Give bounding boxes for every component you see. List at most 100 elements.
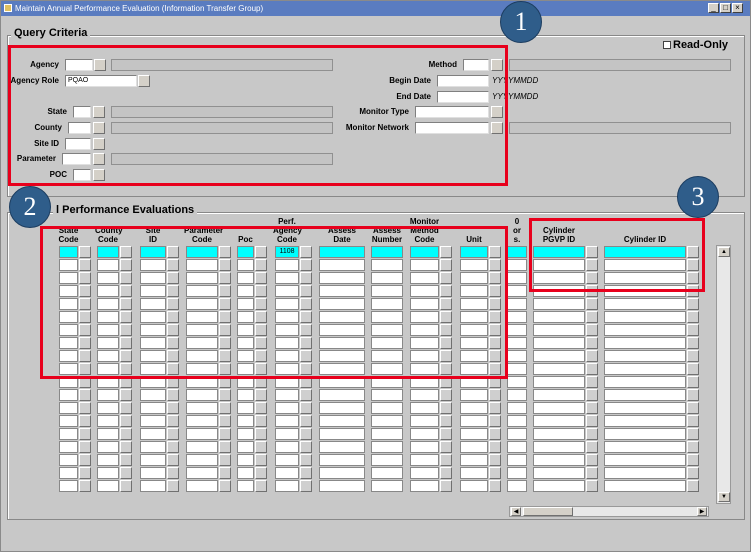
grid-cell-perf-agency-code[interactable] bbox=[275, 402, 299, 414]
grid-lov-button-perf-agency-code[interactable] bbox=[300, 415, 312, 427]
grid-cell-monitor-method-code[interactable] bbox=[410, 454, 439, 466]
read-only-checkbox[interactable] bbox=[663, 41, 671, 49]
grid-cell-cylinder-pgvp-id[interactable] bbox=[533, 415, 585, 427]
grid-cell-cylinder-id[interactable] bbox=[604, 454, 686, 466]
grid-lov-button-monitor-method-code[interactable] bbox=[440, 415, 452, 427]
grid-cell-monitor-method-code[interactable] bbox=[410, 415, 439, 427]
scroll-thumb[interactable] bbox=[523, 507, 573, 516]
grid-cell-county-code[interactable] bbox=[97, 402, 119, 414]
horizontal-scrollbar[interactable]: ◀ ▶ bbox=[509, 506, 709, 517]
grid-lov-button-perf-agency-code[interactable] bbox=[300, 428, 312, 440]
grid-lov-button-monitor-method-code[interactable] bbox=[440, 389, 452, 401]
grid-cell-cylinder-pgvp-id[interactable] bbox=[533, 402, 585, 414]
scroll-up-arrow-icon[interactable]: ▲ bbox=[718, 247, 730, 257]
grid-cell-perf-agency-code[interactable] bbox=[275, 389, 299, 401]
grid-cell-cylinder-id[interactable] bbox=[604, 441, 686, 453]
grid-cell-or-s[interactable] bbox=[507, 376, 527, 388]
grid-lov-button-parameter-code[interactable] bbox=[219, 467, 231, 479]
minimize-button[interactable]: _ bbox=[708, 3, 719, 13]
grid-cell-or-s[interactable] bbox=[507, 441, 527, 453]
grid-cell-unit[interactable] bbox=[460, 402, 488, 414]
grid-lov-button-poc[interactable] bbox=[255, 454, 267, 466]
grid-cell-or-s[interactable] bbox=[507, 402, 527, 414]
grid-lov-button-parameter-code[interactable] bbox=[219, 480, 231, 492]
grid-lov-button-cylinder-pgvp-id[interactable] bbox=[586, 428, 598, 440]
grid-cell-state-code[interactable] bbox=[59, 467, 78, 479]
grid-cell-poc[interactable] bbox=[237, 415, 254, 427]
grid-lov-button-monitor-method-code[interactable] bbox=[440, 402, 452, 414]
grid-cell-parameter-code[interactable] bbox=[186, 402, 218, 414]
grid-cell-or-s[interactable] bbox=[507, 363, 527, 375]
grid-cell-perf-agency-code[interactable] bbox=[275, 480, 299, 492]
grid-lov-button-poc[interactable] bbox=[255, 441, 267, 453]
grid-lov-button-county-code[interactable] bbox=[120, 415, 132, 427]
grid-lov-button-perf-agency-code[interactable] bbox=[300, 454, 312, 466]
grid-cell-county-code[interactable] bbox=[97, 454, 119, 466]
grid-cell-poc[interactable] bbox=[237, 467, 254, 479]
grid-lov-button-cylinder-id[interactable] bbox=[687, 389, 699, 401]
grid-cell-perf-agency-code[interactable] bbox=[275, 467, 299, 479]
grid-lov-button-county-code[interactable] bbox=[120, 467, 132, 479]
vertical-scrollbar[interactable]: ▲ ▼ bbox=[716, 245, 731, 504]
grid-cell-cylinder-id[interactable] bbox=[604, 402, 686, 414]
grid-cell-parameter-code[interactable] bbox=[186, 467, 218, 479]
grid-lov-button-unit[interactable] bbox=[489, 402, 501, 414]
grid-cell-county-code[interactable] bbox=[97, 415, 119, 427]
grid-lov-button-perf-agency-code[interactable] bbox=[300, 402, 312, 414]
grid-lov-button-cylinder-id[interactable] bbox=[687, 337, 699, 349]
grid-lov-button-unit[interactable] bbox=[489, 415, 501, 427]
grid-cell-state-code[interactable] bbox=[59, 402, 78, 414]
grid-lov-button-site-id[interactable] bbox=[167, 415, 179, 427]
grid-cell-poc[interactable] bbox=[237, 480, 254, 492]
grid-cell-or-s[interactable] bbox=[507, 272, 527, 284]
grid-cell-site-id[interactable] bbox=[140, 467, 166, 479]
grid-lov-button-county-code[interactable] bbox=[120, 480, 132, 492]
grid-lov-button-monitor-method-code[interactable] bbox=[440, 454, 452, 466]
grid-lov-button-state-code[interactable] bbox=[79, 454, 91, 466]
grid-cell-cylinder-id[interactable] bbox=[604, 311, 686, 323]
grid-cell-or-s[interactable] bbox=[507, 389, 527, 401]
grid-lov-button-unit[interactable] bbox=[489, 441, 501, 453]
grid-cell-assess-date[interactable] bbox=[319, 467, 365, 479]
grid-cell-cylinder-id[interactable] bbox=[604, 363, 686, 375]
grid-lov-button-state-code[interactable] bbox=[79, 467, 91, 479]
grid-cell-or-s[interactable] bbox=[507, 259, 527, 271]
grid-lov-button-perf-agency-code[interactable] bbox=[300, 480, 312, 492]
grid-cell-state-code[interactable] bbox=[59, 480, 78, 492]
grid-cell-or-s[interactable] bbox=[507, 311, 527, 323]
grid-cell-or-s[interactable] bbox=[507, 350, 527, 362]
grid-cell-cylinder-id[interactable] bbox=[604, 376, 686, 388]
grid-lov-button-state-code[interactable] bbox=[79, 441, 91, 453]
grid-cell-state-code[interactable] bbox=[59, 389, 78, 401]
grid-lov-button-cylinder-pgvp-id[interactable] bbox=[586, 454, 598, 466]
grid-cell-unit[interactable] bbox=[460, 389, 488, 401]
grid-lov-button-perf-agency-code[interactable] bbox=[300, 467, 312, 479]
grid-lov-button-cylinder-pgvp-id[interactable] bbox=[586, 324, 598, 336]
grid-lov-button-county-code[interactable] bbox=[120, 389, 132, 401]
grid-cell-cylinder-pgvp-id[interactable] bbox=[533, 376, 585, 388]
grid-lov-button-cylinder-pgvp-id[interactable] bbox=[586, 402, 598, 414]
grid-cell-county-code[interactable] bbox=[97, 428, 119, 440]
grid-lov-button-poc[interactable] bbox=[255, 389, 267, 401]
grid-cell-parameter-code[interactable] bbox=[186, 389, 218, 401]
grid-cell-cylinder-id[interactable] bbox=[604, 324, 686, 336]
grid-cell-monitor-method-code[interactable] bbox=[410, 480, 439, 492]
grid-cell-cylinder-pgvp-id[interactable] bbox=[533, 454, 585, 466]
grid-lov-button-cylinder-pgvp-id[interactable] bbox=[586, 467, 598, 479]
grid-lov-button-monitor-method-code[interactable] bbox=[440, 480, 452, 492]
grid-cell-parameter-code[interactable] bbox=[186, 454, 218, 466]
grid-lov-button-cylinder-id[interactable] bbox=[687, 324, 699, 336]
grid-lov-button-state-code[interactable] bbox=[79, 415, 91, 427]
grid-cell-cylinder-id[interactable] bbox=[604, 337, 686, 349]
grid-cell-cylinder-id[interactable] bbox=[604, 415, 686, 427]
grid-cell-poc[interactable] bbox=[237, 454, 254, 466]
grid-lov-button-site-id[interactable] bbox=[167, 389, 179, 401]
grid-cell-monitor-method-code[interactable] bbox=[410, 389, 439, 401]
grid-lov-button-unit[interactable] bbox=[489, 480, 501, 492]
grid-lov-button-cylinder-id[interactable] bbox=[687, 441, 699, 453]
grid-cell-assess-number[interactable] bbox=[371, 402, 403, 414]
grid-cell-parameter-code[interactable] bbox=[186, 428, 218, 440]
grid-cell-parameter-code[interactable] bbox=[186, 415, 218, 427]
grid-cell-cylinder-id[interactable] bbox=[604, 298, 686, 310]
grid-cell-site-id[interactable] bbox=[140, 454, 166, 466]
